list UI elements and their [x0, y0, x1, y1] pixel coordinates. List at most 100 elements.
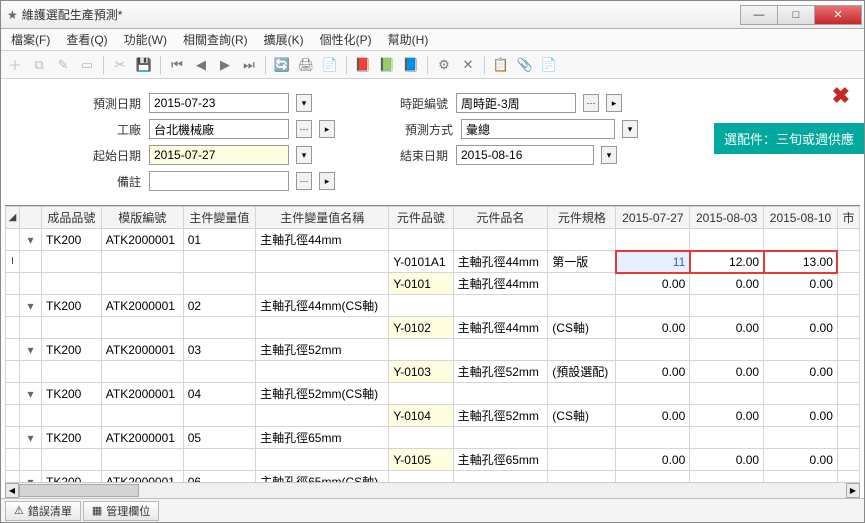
detail-row[interactable]: Y-0105主軸孔徑65mm0.000.000.00: [6, 449, 860, 471]
cell-qty-1[interactable]: 0.00: [616, 361, 690, 383]
grid-body[interactable]: ◢成品品號模版編號主件變量值主件變量值名稱元件品號元件品名元件規格2015-07…: [5, 206, 860, 482]
period-code-more[interactable]: ···: [583, 94, 599, 112]
remark-input[interactable]: [149, 171, 289, 191]
cell-qty-2[interactable]: 0.00: [690, 405, 764, 427]
end-date-drop[interactable]: ▾: [601, 146, 617, 164]
attach-icon[interactable]: 📎: [515, 55, 535, 75]
col-header[interactable]: 元件品號: [389, 207, 453, 229]
scroll-left-icon[interactable]: ◀: [5, 483, 19, 498]
period-code-input[interactable]: 周時距-3周: [456, 93, 576, 113]
expand-icon[interactable]: ▾: [20, 383, 42, 405]
detail-row[interactable]: Y-0101主軸孔徑44mm0.000.000.00: [6, 273, 860, 295]
menu-ext[interactable]: 擴展(K): [258, 29, 310, 50]
cell-qty-1[interactable]: 0.00: [616, 449, 690, 471]
cell-qty-2[interactable]: 0.00: [690, 273, 764, 295]
group-row[interactable]: ▾TK200ATK200000105主軸孔徑65mm: [6, 427, 860, 449]
expand-icon[interactable]: ▾: [20, 427, 42, 449]
action2-icon[interactable]: ✕: [458, 55, 478, 75]
menu-view[interactable]: 查看(Q): [60, 29, 113, 50]
delete-icon[interactable]: ▭: [77, 55, 97, 75]
expand-icon[interactable]: ▾: [20, 471, 42, 483]
col-header[interactable]: 元件品名: [453, 207, 548, 229]
predict-date-drop[interactable]: ▾: [296, 94, 312, 112]
note-icon[interactable]: 📋: [491, 55, 511, 75]
h-scrollbar[interactable]: ◀ ▶: [5, 482, 860, 498]
menu-help[interactable]: 幫助(H): [382, 29, 435, 50]
group-row[interactable]: ▾TK200ATK200000102主軸孔徑44mm(CS軸): [6, 295, 860, 317]
cell-qty-2[interactable]: 0.00: [690, 361, 764, 383]
close-button[interactable]: ✕: [814, 5, 862, 25]
detail-row[interactable]: Y-0104主軸孔徑52mm(CS軸)0.000.000.00: [6, 405, 860, 427]
cell-qty-3[interactable]: 13.00: [764, 251, 838, 273]
copy-icon[interactable]: ⧉: [29, 55, 49, 75]
cell-qty-2[interactable]: 12.00: [690, 251, 764, 273]
edit-icon[interactable]: ✎: [53, 55, 73, 75]
cell-qty-1[interactable]: 0.00: [616, 405, 690, 427]
factory-input[interactable]: 台北機械廠: [149, 119, 289, 139]
doc3-icon[interactable]: 📘: [401, 55, 421, 75]
cell-qty-3[interactable]: 0.00: [764, 405, 838, 427]
remark-more[interactable]: ···: [296, 172, 312, 190]
col-header[interactable]: 2015-07-27: [616, 207, 690, 229]
save-icon[interactable]: 💾: [134, 55, 154, 75]
cell-qty-1[interactable]: 0.00: [616, 317, 690, 339]
last-icon[interactable]: ⏭: [239, 55, 259, 75]
predict-mode-input[interactable]: 彙總: [461, 119, 615, 139]
cut-icon[interactable]: ✂: [110, 55, 130, 75]
new-icon[interactable]: ＋: [5, 55, 25, 75]
print-icon[interactable]: 🖨: [296, 55, 316, 75]
menu-file[interactable]: 檔案(F): [5, 29, 56, 50]
col-header[interactable]: 元件規格: [548, 207, 616, 229]
col-header[interactable]: 模版編號: [101, 207, 183, 229]
factory-drop[interactable]: ▸: [319, 120, 335, 138]
col-header[interactable]: 主件變量值名稱: [256, 207, 389, 229]
predict-date-input[interactable]: 2015-07-23: [149, 93, 289, 113]
refresh-icon[interactable]: 🔄: [272, 55, 292, 75]
first-icon[interactable]: ⏮: [167, 55, 187, 75]
col-header[interactable]: 2015-08-10: [764, 207, 838, 229]
group-row[interactable]: ▾TK200ATK200000106主軸孔徑65mm(CS軸): [6, 471, 860, 483]
col-header[interactable]: 2015-08-03: [690, 207, 764, 229]
predict-mode-drop[interactable]: ▾: [622, 120, 638, 138]
manage-cols-button[interactable]: ▦ 管理欄位: [83, 501, 159, 521]
prev-icon[interactable]: ◀: [191, 55, 211, 75]
scroll-thumb[interactable]: [19, 484, 139, 497]
cell-qty-3[interactable]: 0.00: [764, 449, 838, 471]
doc1-icon[interactable]: 📕: [353, 55, 373, 75]
detail-row[interactable]: IY-0101A1主軸孔徑44mm第一版1112.0013.00: [6, 251, 860, 273]
error-list-button[interactable]: ⚠ 錯誤清單: [5, 501, 81, 521]
col-header[interactable]: 成品品號: [42, 207, 102, 229]
detail-row[interactable]: Y-0103主軸孔徑52mm(預設選配)0.000.000.00: [6, 361, 860, 383]
menu-func[interactable]: 功能(W): [118, 29, 173, 50]
group-row[interactable]: ▾TK200ATK200000101主軸孔徑44mm: [6, 229, 860, 251]
cell-qty-3[interactable]: 0.00: [764, 361, 838, 383]
menu-related[interactable]: 相關查詢(R): [177, 29, 254, 50]
next-icon[interactable]: ▶: [215, 55, 235, 75]
start-date-input[interactable]: 2015-07-27: [149, 145, 289, 165]
cell-qty-2[interactable]: 0.00: [690, 449, 764, 471]
cell-qty-1[interactable]: 0.00: [616, 273, 690, 295]
cell-qty-1[interactable]: 11: [616, 251, 690, 273]
expand-icon[interactable]: ▾: [20, 229, 42, 251]
col-tail[interactable]: 市: [837, 207, 859, 229]
expand-icon[interactable]: ▾: [20, 339, 42, 361]
page-icon[interactable]: 📄: [539, 55, 559, 75]
factory-more[interactable]: ···: [296, 120, 312, 138]
cell-qty-3[interactable]: 0.00: [764, 317, 838, 339]
scroll-right-icon[interactable]: ▶: [846, 483, 860, 498]
group-row[interactable]: ▾TK200ATK200000104主軸孔徑52mm(CS軸): [6, 383, 860, 405]
col-header[interactable]: 主件變量值: [183, 207, 255, 229]
maximize-button[interactable]: □: [777, 5, 815, 25]
group-row[interactable]: ▾TK200ATK200000103主軸孔徑52mm: [6, 339, 860, 361]
start-date-drop[interactable]: ▾: [296, 146, 312, 164]
expand-icon[interactable]: ▾: [20, 295, 42, 317]
detail-row[interactable]: Y-0102主軸孔徑44mm(CS軸)0.000.000.00: [6, 317, 860, 339]
remark-drop[interactable]: ▸: [319, 172, 335, 190]
cell-qty-2[interactable]: 0.00: [690, 317, 764, 339]
export-icon[interactable]: 📄: [320, 55, 340, 75]
menu-personal[interactable]: 個性化(P): [314, 29, 378, 50]
minimize-button[interactable]: —: [740, 5, 778, 25]
doc2-icon[interactable]: 📗: [377, 55, 397, 75]
period-code-drop[interactable]: ▸: [606, 94, 622, 112]
action1-icon[interactable]: ⚙: [434, 55, 454, 75]
